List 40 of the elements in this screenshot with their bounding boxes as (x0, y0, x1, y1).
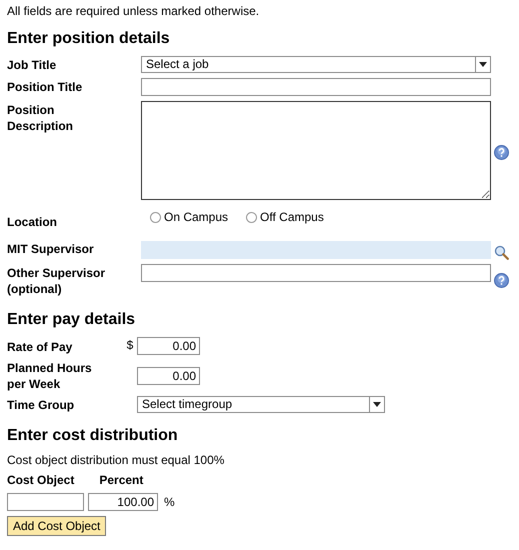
percent-field[interactable]: 100.00 (88, 493, 158, 511)
caret-icon (479, 62, 487, 67)
radio-label[interactable]: Off Campus (260, 210, 324, 224)
field-label: Other Supervisor (optional) (7, 265, 106, 297)
section-heading: Enter cost distribution (7, 427, 179, 445)
radio-option[interactable]: Off Campus (246, 210, 324, 224)
lookup-field[interactable] (141, 241, 491, 259)
field-label: Rate of Pay (7, 338, 74, 354)
search-icon[interactable] (494, 244, 508, 260)
select-field[interactable]: Select a job (141, 56, 491, 73)
select-field[interactable]: Select timegroup (137, 396, 385, 413)
column-heading: Cost Object (7, 473, 74, 487)
cost-object-field[interactable] (7, 493, 84, 511)
field-label: Position Title (7, 79, 84, 95)
caret-icon (373, 402, 381, 407)
text-field[interactable] (141, 264, 491, 282)
note-text: Cost object distribution must equal 100% (7, 453, 226, 467)
field-label: Job Title (7, 57, 58, 73)
intro-text: All fields are required unless marked otherwise. (7, 4, 260, 18)
section-heading: Enter position details (7, 30, 171, 48)
field-label: MIT Supervisor (7, 241, 95, 257)
column-heading: Percent (99, 473, 144, 487)
radio-option[interactable]: On Campus (150, 210, 228, 224)
field-label: Position Description (7, 102, 74, 134)
radio-button[interactable] (150, 212, 161, 222)
section-heading: Enter pay details (7, 311, 136, 329)
help-icon[interactable] (494, 144, 508, 160)
radio-label[interactable]: On Campus (164, 210, 228, 224)
text-area[interactable] (141, 101, 491, 200)
number-field[interactable]: 0.00 (137, 337, 200, 355)
help-icon[interactable] (494, 273, 508, 288)
add-cost-object-button[interactable]: Add Cost Object (7, 516, 106, 536)
radio-button[interactable] (246, 212, 258, 222)
text-field[interactable] (141, 78, 491, 96)
field-label: Location (7, 214, 58, 230)
field-label: Planned Hours per Week (7, 360, 93, 392)
percent-unit: % (164, 495, 175, 509)
field-label: Time Group (7, 397, 76, 413)
currency-symbol: $ (126, 337, 134, 352)
number-field[interactable]: 0.00 (137, 366, 200, 384)
